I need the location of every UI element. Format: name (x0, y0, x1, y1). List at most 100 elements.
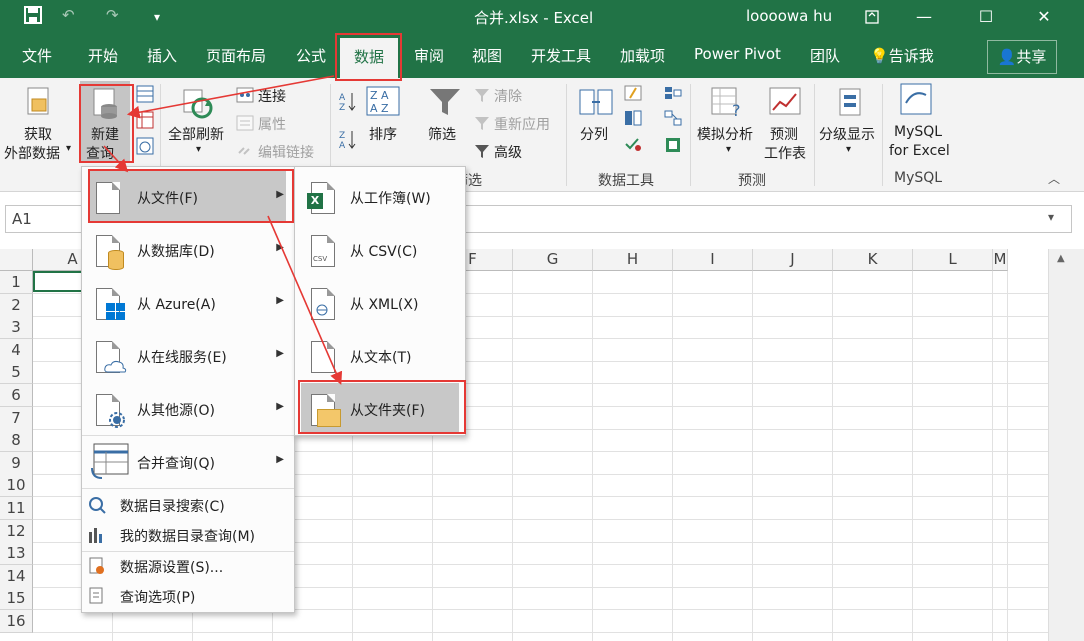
advanced-label[interactable]: 高级 (494, 142, 522, 162)
get-external-data-icon[interactable] (26, 87, 52, 121)
clear-label[interactable]: 清除 (494, 86, 522, 106)
share-button[interactable]: 👤共享 (987, 40, 1057, 74)
vertical-scrollbar[interactable]: ▲ (1048, 249, 1084, 641)
mysql-label[interactable]: MySQL (894, 124, 942, 140)
undo-icon[interactable]: ↶ (62, 6, 75, 24)
name-box[interactable]: A1 (5, 205, 91, 233)
get-external-data-label-2[interactable]: 外部数据 (4, 143, 60, 163)
row-header[interactable]: 5 (0, 361, 33, 384)
show-queries-icon[interactable] (136, 85, 154, 107)
row-header[interactable]: 12 (0, 520, 33, 543)
menu-item-data-source-settings[interactable]: 数据源设置(S)... (82, 553, 294, 581)
row-header[interactable]: 10 (0, 474, 33, 497)
ribbon-display-options-icon[interactable] (852, 3, 892, 31)
row-header[interactable]: 4 (0, 339, 33, 362)
text-to-columns-label[interactable]: 分列 (580, 124, 608, 144)
menu-item-query-options[interactable]: 查询选项(P) (82, 583, 294, 611)
sort-label[interactable]: 排序 (369, 124, 397, 144)
submenu-item-from-text[interactable]: 从文本(T) (295, 330, 465, 383)
refresh-all-icon[interactable] (182, 88, 214, 124)
customize-quick-access-icon[interactable]: ▾ (154, 10, 160, 24)
row-header[interactable]: 9 (0, 452, 33, 475)
outline-label[interactable]: 分级显示 (819, 124, 875, 144)
clear-filter-icon[interactable] (474, 87, 490, 107)
data-validation-icon[interactable] (624, 136, 642, 156)
row-header[interactable]: 14 (0, 565, 33, 588)
consolidate-icon[interactable] (664, 85, 682, 105)
menu-item-from-other-sources[interactable]: 从其他源(O) ▶ (82, 383, 294, 436)
row-header[interactable]: 2 (0, 294, 33, 317)
tab-file[interactable]: 文件 (22, 45, 52, 66)
outline-icon[interactable] (838, 87, 862, 121)
column-header[interactable]: I (673, 249, 753, 271)
row-header[interactable]: 8 (0, 429, 33, 452)
filter-icon[interactable] (428, 86, 462, 122)
get-external-data-label[interactable]: 获取 (24, 124, 52, 144)
tab-review[interactable]: 审阅 (414, 45, 444, 66)
close-icon[interactable]: ✕ (1024, 3, 1064, 31)
advanced-filter-icon[interactable] (474, 143, 490, 163)
tab-page-layout[interactable]: 页面布局 (206, 45, 266, 66)
tab-home[interactable]: 开始 (88, 45, 118, 66)
flash-fill-icon[interactable] (624, 85, 642, 105)
tab-view[interactable]: 视图 (472, 45, 502, 66)
menu-item-my-catalog-queries[interactable]: 我的数据目录查询(M) (82, 522, 294, 550)
forecast-sheet-label-2[interactable]: 工作表 (764, 143, 806, 163)
reapply-icon[interactable] (474, 115, 490, 135)
row-header[interactable]: 16 (0, 610, 33, 633)
column-header[interactable]: G (513, 249, 593, 271)
tell-me[interactable]: 💡告诉我 (870, 45, 934, 66)
text-to-columns-icon[interactable] (578, 86, 614, 122)
sort-dialog-icon[interactable]: Z AA Z (366, 86, 400, 120)
tab-insert[interactable]: 插入 (147, 45, 177, 66)
sort-az-icon[interactable]: AZ (338, 90, 358, 116)
what-if-analysis-icon[interactable]: ? (710, 86, 746, 122)
expand-formula-bar-icon[interactable]: ▾ (1048, 210, 1054, 224)
submenu-item-from-xml[interactable]: 从 XML(X) (295, 277, 465, 330)
column-header[interactable]: K (833, 249, 913, 271)
column-header[interactable]: H (593, 249, 673, 271)
save-icon[interactable] (24, 6, 42, 28)
row-header[interactable]: 15 (0, 587, 33, 610)
tab-addins[interactable]: 加载项 (620, 45, 665, 66)
properties-icon[interactable] (236, 115, 254, 135)
select-all-corner[interactable] (0, 249, 33, 271)
row-header[interactable]: 3 (0, 316, 33, 339)
tab-power-pivot[interactable]: Power Pivot (694, 45, 781, 63)
edit-links-label[interactable]: 编辑链接 (258, 142, 314, 162)
menu-item-from-azure[interactable]: 从 Azure(A) ▶ (82, 277, 294, 330)
column-header[interactable]: L (913, 249, 993, 271)
submenu-item-from-workbook[interactable]: X 从工作簿(W) (295, 171, 465, 224)
filter-label[interactable]: 筛选 (428, 124, 456, 144)
mysql-label-2[interactable]: for Excel (889, 143, 950, 159)
refresh-all-label[interactable]: 全部刷新 (168, 124, 224, 144)
menu-item-catalog-search[interactable]: 数据目录搜索(C) (82, 492, 294, 520)
edit-links-icon[interactable] (236, 143, 254, 163)
submenu-item-from-csv[interactable]: CSV 从 CSV(C) (295, 224, 465, 277)
menu-item-from-online-services[interactable]: 从在线服务(E) ▶ (82, 330, 294, 383)
row-header[interactable]: 1 (0, 271, 33, 294)
row-header[interactable]: 11 (0, 497, 33, 520)
relationships-icon[interactable] (664, 110, 682, 130)
redo-icon[interactable]: ↷ (106, 6, 119, 24)
row-header[interactable]: 13 (0, 542, 33, 565)
maximize-icon[interactable]: ☐ (966, 3, 1006, 31)
dropdown-arrow-icon[interactable]: ▾ (846, 144, 851, 155)
column-header[interactable]: J (753, 249, 833, 271)
mysql-for-excel-icon[interactable] (900, 83, 932, 119)
row-header[interactable]: 7 (0, 407, 33, 430)
recent-sources-icon[interactable] (136, 137, 154, 159)
collapse-ribbon-icon[interactable]: ︿ (1048, 170, 1060, 187)
tab-developer[interactable]: 开发工具 (531, 45, 591, 66)
dropdown-arrow-icon[interactable]: ▾ (726, 144, 731, 155)
sort-za-icon[interactable]: ZA (338, 128, 358, 154)
user-name[interactable]: loooowa hu (746, 7, 832, 25)
what-if-analysis-label[interactable]: 模拟分析 (697, 124, 753, 144)
dropdown-arrow-icon[interactable]: ▾ (66, 143, 71, 154)
remove-duplicates-icon[interactable] (624, 110, 642, 130)
from-table-icon[interactable] (136, 111, 154, 133)
row-header[interactable]: 6 (0, 384, 33, 407)
column-header[interactable]: M (993, 249, 1008, 271)
dropdown-arrow-icon[interactable]: ▾ (196, 144, 201, 155)
tab-formulas[interactable]: 公式 (296, 45, 326, 66)
